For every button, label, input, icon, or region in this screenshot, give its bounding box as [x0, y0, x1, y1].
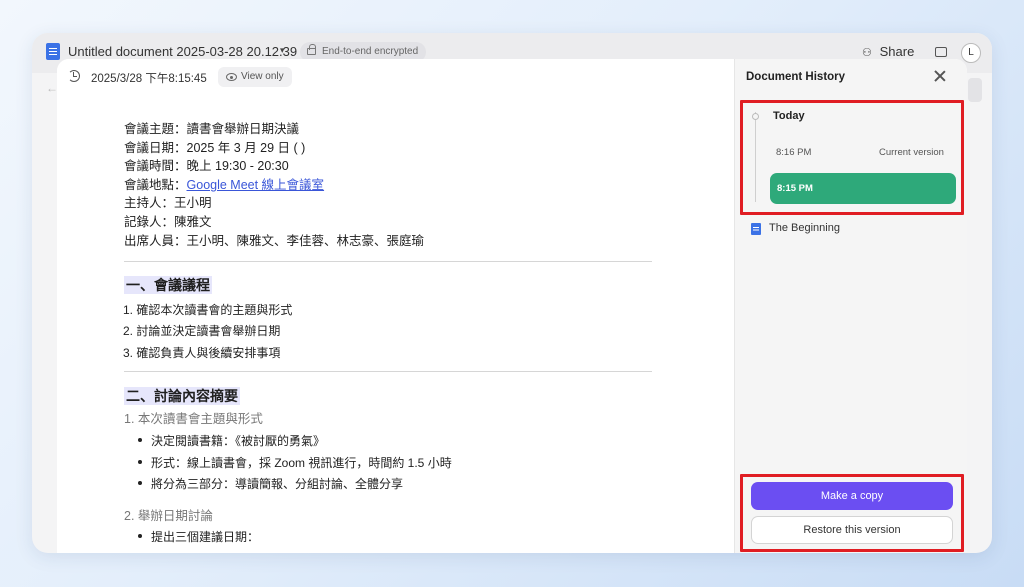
- document-icon: [751, 223, 761, 235]
- meta-time: 會議時間：晚上 19:30 - 20:30: [124, 159, 289, 174]
- list-item: 決定閱讀書籍：《被討厭的勇氣》: [137, 434, 326, 448]
- list-item: 1. 確認本次讀書會的主題與形式: [123, 303, 293, 317]
- meta-attendees: 出席人員：王小明、陳雅文、李佳蓉、林志豪、張庭瑜: [124, 233, 425, 248]
- meeting-link[interactable]: Google Meet 線上會議室: [187, 178, 325, 192]
- sub-heading: 1. 本次讀書會主題與形式: [124, 412, 263, 426]
- preview-header: 2025/3/28 下午8:15:45 View only: [57, 59, 734, 93]
- lock-icon: [307, 44, 316, 55]
- highlight-box: [740, 474, 964, 552]
- divider: [124, 371, 652, 372]
- person-plus-icon: ⚇: [862, 47, 872, 59]
- version-history-modal: 2025/3/28 下午8:15:45 View only 會議主題：讀書會舉辦…: [57, 59, 967, 553]
- highlight-box: [740, 100, 964, 215]
- close-icon[interactable]: [933, 69, 947, 83]
- chevron-down-icon[interactable]: ▾: [280, 45, 285, 56]
- view-only-label: View only: [241, 71, 284, 82]
- background-toolbar-block: [968, 78, 982, 102]
- list-item: 3. 確認負責人與後續安排事項: [123, 346, 281, 360]
- meta-topic: 會議主題：讀書會舉辦日期決議: [124, 122, 300, 136]
- sub-heading: 2. 舉辦日期討論: [124, 509, 213, 523]
- document-icon: [46, 43, 60, 60]
- version-timestamp: 2025/3/28 下午8:15:45: [91, 73, 207, 85]
- view-only-badge: View only: [218, 67, 292, 87]
- history-sidebar: Document History Today 8:16 PM Current v…: [734, 59, 967, 553]
- version-item-beginning[interactable]: The Beginning: [769, 222, 840, 234]
- history-title: Document History: [746, 71, 846, 83]
- document-title[interactable]: Untitled document 2025-03-28 20.12.39: [68, 44, 297, 59]
- meta-location: 會議地點：Google Meet 線上會議室: [124, 177, 325, 192]
- eye-icon: [226, 73, 237, 81]
- section-heading-summary: 二、討論內容摘要: [124, 387, 240, 405]
- meta-date: 會議日期：2025 年 3 月 29 日 ( ): [124, 140, 306, 155]
- share-button[interactable]: ⚇ Share: [862, 44, 914, 59]
- history-icon: [68, 70, 80, 82]
- meta-host: 主持人：王小明: [124, 196, 212, 211]
- list-item: 2. 討論並決定讀書會舉辦日期: [123, 324, 281, 338]
- meta-recorder: 記錄人：陳雅文: [124, 214, 212, 229]
- divider: [124, 261, 652, 262]
- document-preview: 2025/3/28 下午8:15:45 View only 會議主題：讀書會舉辦…: [57, 59, 734, 553]
- encryption-label: End-to-end encrypted: [322, 46, 419, 57]
- share-label: Share: [879, 44, 915, 59]
- list-item: 形式：線上讀書會，採 Zoom 視訊進行，時間約 1.5 小時: [138, 456, 452, 470]
- comment-icon[interactable]: [935, 47, 947, 57]
- section-heading-agenda: 一、會議議程: [124, 276, 212, 294]
- list-item: 將分為三部分：導讀簡報、分組討論、全體分享: [137, 477, 404, 491]
- list-item: 提出三個建議日期：: [137, 530, 260, 544]
- meeting-meta: 會議主題：讀書會舉辦日期決議 會議日期：2025 年 3 月 29 日 ( ) …: [124, 120, 654, 250]
